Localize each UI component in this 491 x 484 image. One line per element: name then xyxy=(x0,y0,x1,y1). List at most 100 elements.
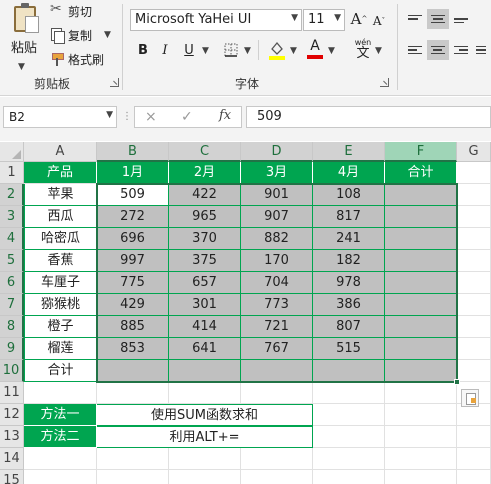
cell[interactable] xyxy=(457,470,491,484)
fill-handle[interactable] xyxy=(454,379,460,385)
row-header-4[interactable]: 4 xyxy=(0,228,24,250)
row-header-15[interactable]: 15 xyxy=(0,470,24,484)
font-color-button[interactable]: A xyxy=(306,38,324,60)
product-name-cell[interactable]: 苹果 xyxy=(24,184,97,206)
enter-icon[interactable]: ✓ xyxy=(181,109,193,125)
row-header-11[interactable]: 11 xyxy=(0,382,24,404)
cell[interactable] xyxy=(385,382,457,404)
active-cell[interactable]: 509 xyxy=(97,184,169,206)
row-header-9[interactable]: 9 xyxy=(0,338,24,360)
cell[interactable] xyxy=(97,382,169,404)
phonetic-dropdown-icon[interactable]: ▼ xyxy=(375,46,382,56)
value-cell[interactable]: 422 xyxy=(169,184,241,206)
copy-button[interactable]: 复制 ▼ xyxy=(50,26,111,44)
row-header-12[interactable]: 12 xyxy=(0,404,24,426)
spreadsheet-grid[interactable]: A B C D E F G 1 2 3 4 5 6 7 8 9 10 11 12 13 14 15 产品 1月 2月 3月 4月 合计… xyxy=(0,142,491,484)
value-cell[interactable]: 907 xyxy=(241,206,313,228)
cell[interactable] xyxy=(313,448,385,470)
method-text-cell[interactable]: 利用ALT+= xyxy=(97,426,313,448)
cell[interactable] xyxy=(24,448,97,470)
value-cell[interactable]: 182 xyxy=(313,250,385,272)
cell[interactable] xyxy=(169,382,241,404)
quick-analysis-icon[interactable] xyxy=(461,389,479,407)
cell[interactable] xyxy=(313,382,385,404)
value-cell[interactable]: 375 xyxy=(169,250,241,272)
column-header-a[interactable]: A xyxy=(24,142,97,162)
product-name-cell[interactable]: 哈密瓜 xyxy=(24,228,97,250)
cell[interactable] xyxy=(457,228,491,250)
total-cell[interactable] xyxy=(241,360,313,382)
product-name-cell[interactable]: 香蕉 xyxy=(24,250,97,272)
value-cell[interactable]: 775 xyxy=(97,272,169,294)
row-header-7[interactable]: 7 xyxy=(0,294,24,316)
cell[interactable] xyxy=(385,404,457,426)
top-align-button[interactable] xyxy=(404,9,426,29)
value-cell[interactable]: 241 xyxy=(313,228,385,250)
borders-dropdown-icon[interactable]: ▼ xyxy=(244,46,251,56)
value-cell[interactable]: 657 xyxy=(169,272,241,294)
increase-font-button[interactable]: A ^ xyxy=(350,9,368,29)
cell[interactable] xyxy=(385,470,457,484)
row-header-10[interactable]: 10 xyxy=(0,360,24,382)
total-cell[interactable] xyxy=(385,184,457,206)
font-size-select[interactable]: 11 ▼ xyxy=(303,9,345,31)
total-label-cell[interactable]: 合计 xyxy=(24,360,97,382)
total-cell[interactable] xyxy=(169,360,241,382)
total-cell[interactable] xyxy=(97,360,169,382)
select-all-button[interactable] xyxy=(0,142,24,162)
fill-color-button[interactable] xyxy=(268,39,286,61)
align-center-button[interactable] xyxy=(427,40,449,60)
cell[interactable] xyxy=(169,470,241,484)
value-cell[interactable]: 882 xyxy=(241,228,313,250)
total-cell[interactable] xyxy=(385,272,457,294)
align-right-button[interactable] xyxy=(450,40,472,60)
cell[interactable] xyxy=(241,470,313,484)
value-cell[interactable]: 108 xyxy=(313,184,385,206)
bottom-align-button[interactable] xyxy=(450,9,472,29)
column-header-f[interactable]: F xyxy=(385,142,457,162)
cell[interactable] xyxy=(24,382,97,404)
value-cell[interactable]: 429 xyxy=(97,294,169,316)
method-label-cell[interactable]: 方法二 xyxy=(24,426,97,448)
font-name-select[interactable]: Microsoft YaHei UI ▼ xyxy=(130,9,302,31)
value-cell[interactable]: 414 xyxy=(169,316,241,338)
product-name-cell[interactable]: 车厘子 xyxy=(24,272,97,294)
cell[interactable] xyxy=(313,404,385,426)
cell[interactable] xyxy=(385,448,457,470)
font-launcher-icon[interactable] xyxy=(380,78,389,87)
value-cell[interactable]: 170 xyxy=(241,250,313,272)
value-cell[interactable]: 817 xyxy=(313,206,385,228)
cell[interactable] xyxy=(457,206,491,228)
cell[interactable] xyxy=(457,162,491,184)
total-cell[interactable] xyxy=(385,360,457,382)
header-cell[interactable]: 合计 xyxy=(385,162,457,184)
total-cell[interactable] xyxy=(385,228,457,250)
cell[interactable] xyxy=(169,448,241,470)
value-cell[interactable]: 696 xyxy=(97,228,169,250)
formula-input[interactable]: 509 xyxy=(246,106,491,128)
cell[interactable] xyxy=(457,426,491,448)
product-name-cell[interactable]: 西瓜 xyxy=(24,206,97,228)
value-cell[interactable]: 515 xyxy=(313,338,385,360)
total-cell[interactable] xyxy=(385,250,457,272)
value-cell[interactable]: 386 xyxy=(313,294,385,316)
row-header-14[interactable]: 14 xyxy=(0,448,24,470)
value-cell[interactable]: 773 xyxy=(241,294,313,316)
method-label-cell[interactable]: 方法一 xyxy=(24,404,97,426)
cell[interactable] xyxy=(457,294,491,316)
value-cell[interactable]: 978 xyxy=(313,272,385,294)
header-cell[interactable]: 3月 xyxy=(241,162,313,184)
cell[interactable] xyxy=(241,382,313,404)
cell[interactable] xyxy=(24,470,97,484)
value-cell[interactable]: 767 xyxy=(241,338,313,360)
total-cell[interactable] xyxy=(385,294,457,316)
indent-button[interactable] xyxy=(472,40,490,60)
value-cell[interactable]: 853 xyxy=(97,338,169,360)
cell[interactable] xyxy=(97,470,169,484)
middle-align-button[interactable] xyxy=(427,9,449,29)
cell[interactable] xyxy=(457,448,491,470)
cell[interactable] xyxy=(457,338,491,360)
row-header-1[interactable]: 1 xyxy=(0,162,24,184)
cell[interactable] xyxy=(457,184,491,206)
cell[interactable] xyxy=(457,360,491,382)
